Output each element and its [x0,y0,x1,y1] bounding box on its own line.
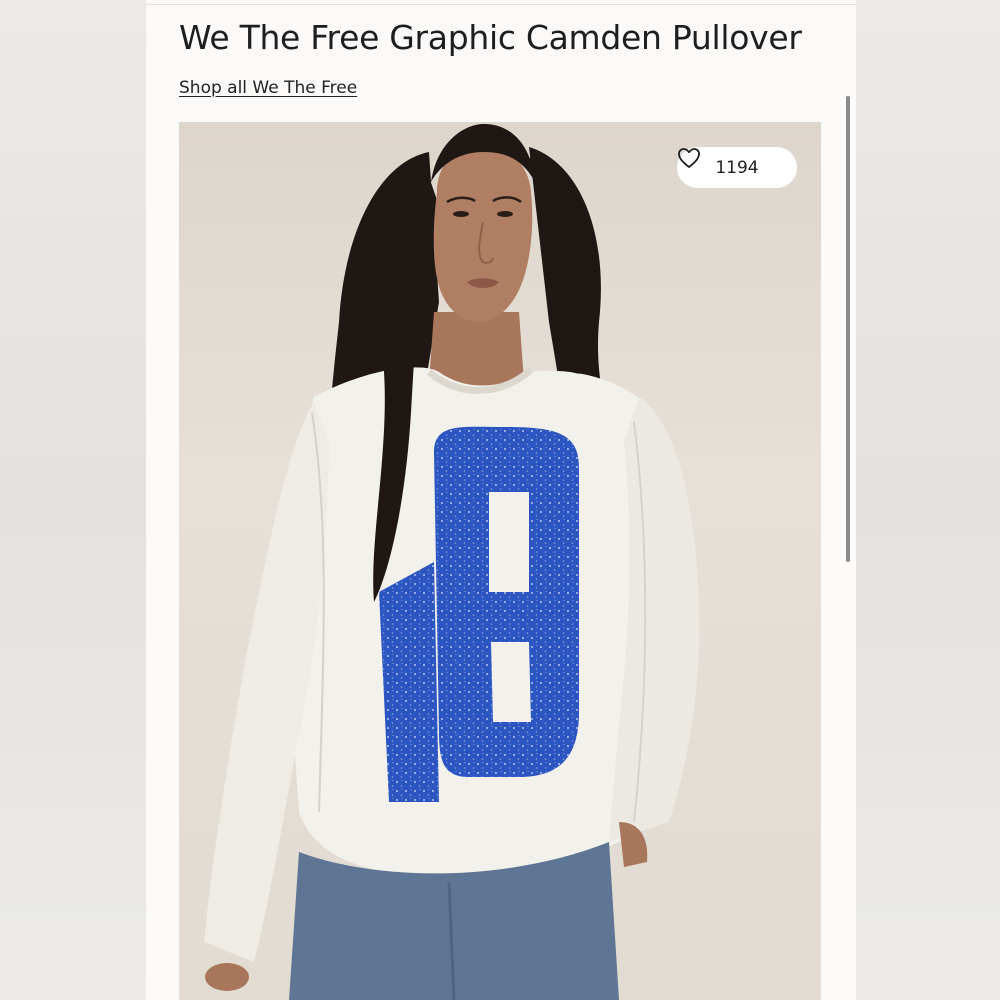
left-eye [453,211,469,217]
heart-outline-icon [678,148,700,168]
backdrop-left [0,0,146,1000]
scrollbar-thumb[interactable] [846,96,850,562]
likes-count: 1194 [715,157,759,178]
right-eye [497,211,513,217]
shop-brand-link[interactable]: Shop all We The Free [179,78,357,98]
left-hand [205,963,249,991]
backdrop-right [856,0,1000,1000]
product-image[interactable]: 1194 [179,122,821,1000]
product-title: We The Free Graphic Camden Pullover [179,18,802,57]
product-page: We The Free Graphic Camden Pullover Shop… [146,0,856,1000]
face [433,144,533,322]
top-divider [146,4,856,5]
model-illustration [204,124,700,1000]
likes-button[interactable]: 1194 [677,147,797,188]
